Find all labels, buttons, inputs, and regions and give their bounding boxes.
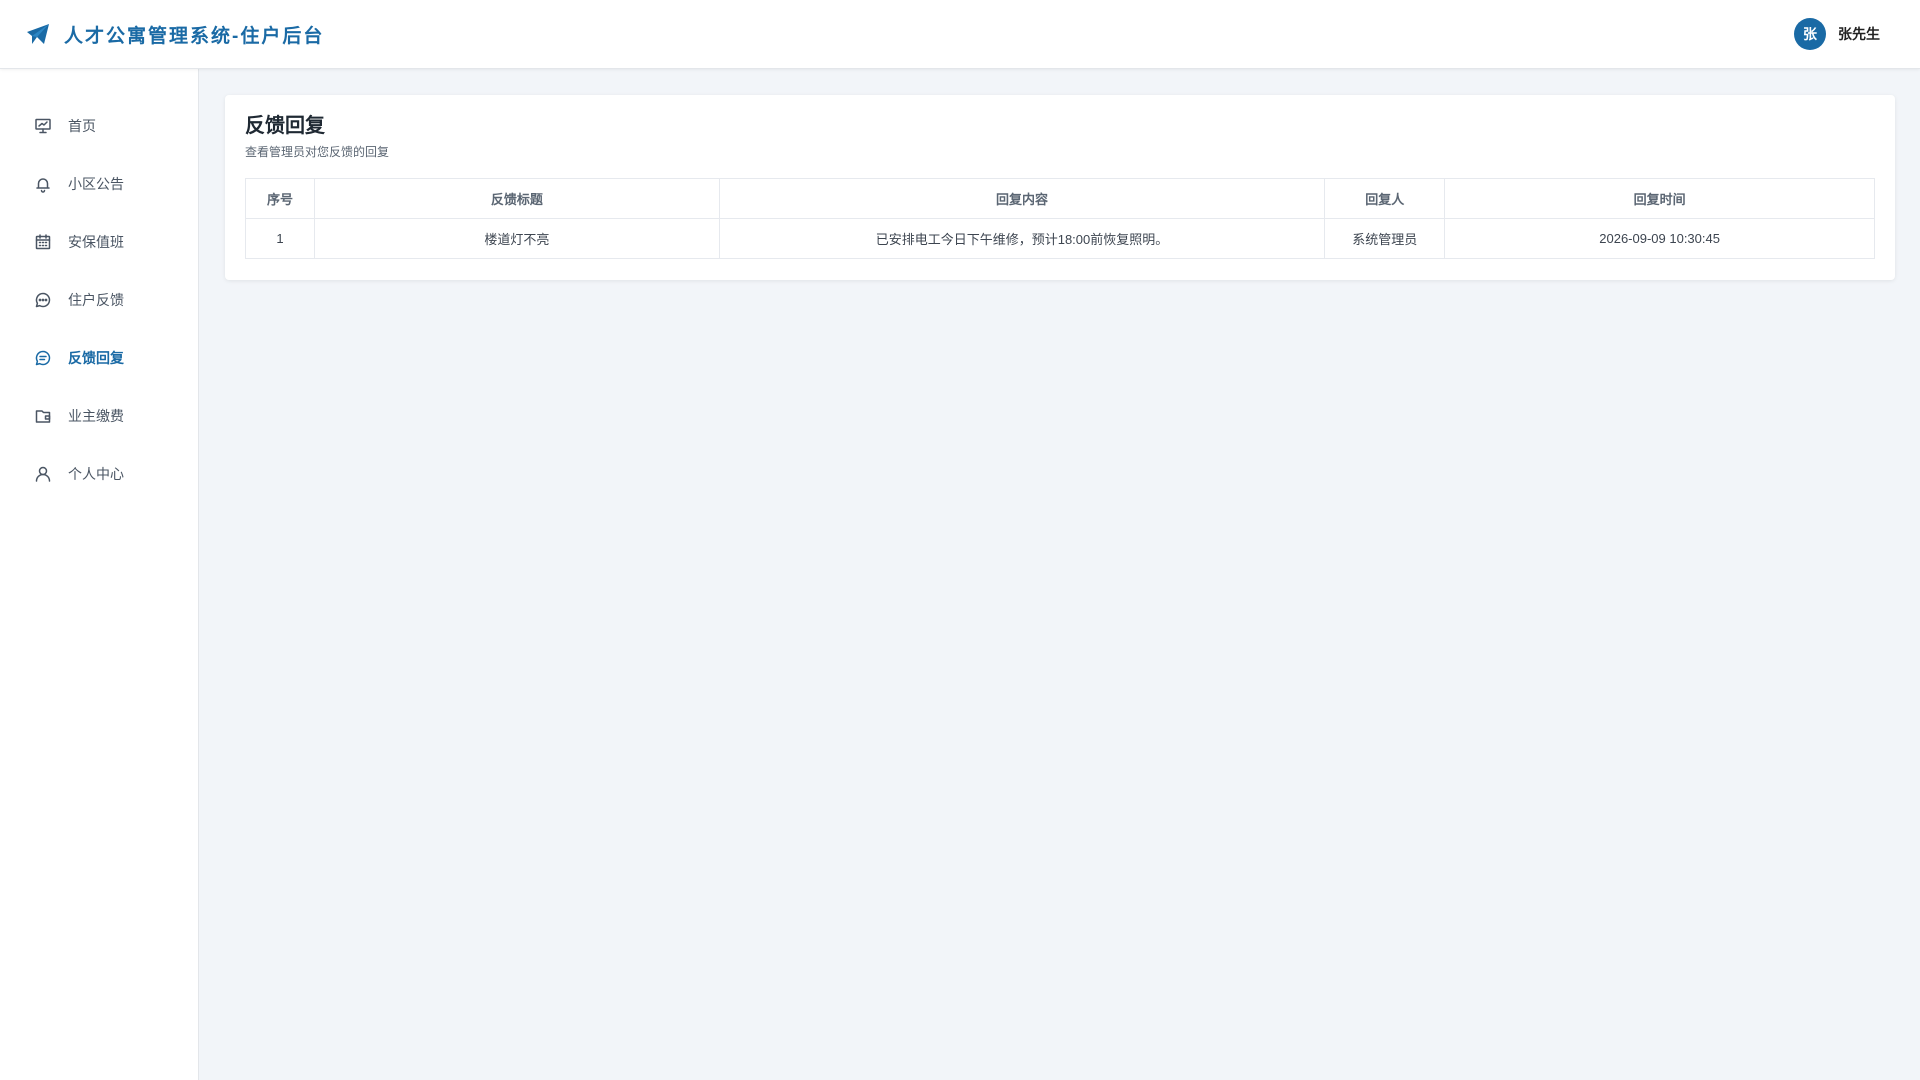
table-row[interactable]: 1 楼道灯不亮 已安排电工今日下午维修，预计18:00前恢复照明。 系统管理员 … (245, 218, 1875, 259)
paper-plane-icon (26, 22, 50, 46)
feedback-reply-card: 反馈回复 查看管理员对您反馈的回复 序号 反馈标题 回复内容 回复人 回复时间 … (225, 95, 1895, 280)
reply-table: 序号 反馈标题 回复内容 回复人 回复时间 1 楼道灯不亮 已安排电工今日下午维… (245, 178, 1875, 259)
sidebar-item-label: 个人中心 (68, 466, 124, 482)
cell-title: 楼道灯不亮 (313, 218, 720, 259)
calendar-icon (34, 233, 52, 251)
sidebar-item-label: 业主缴费 (68, 408, 124, 424)
chat-dots-icon (34, 291, 52, 309)
sidebar-item-security-duty[interactable]: 安保值班 (0, 213, 198, 271)
sidebar-item-label: 小区公告 (68, 176, 124, 192)
column-header-index: 序号 (245, 178, 315, 219)
page-title: 反馈回复 (245, 115, 325, 137)
app-title: 人才公寓管理系统-住户后台 (64, 25, 325, 47)
user-menu[interactable]: 张 张先生 (1794, 18, 1880, 50)
user-name: 张先生 (1838, 26, 1880, 42)
sidebar-item-resident-feedback[interactable]: 住户反馈 (0, 271, 198, 329)
chat-text-icon (34, 349, 52, 367)
cell-index: 1 (245, 218, 315, 259)
cell-replier: 系统管理员 (1324, 218, 1446, 259)
column-header-content: 回复内容 (718, 178, 1326, 219)
sidebar: 首页 小区公告 安保值班 住户反馈 反馈回复 业主缴费 个人中心 (0, 69, 199, 1080)
sidebar-item-owner-payment[interactable]: 业主缴费 (0, 387, 198, 445)
top-header: 人才公寓管理系统-住户后台 张 张先生 (0, 0, 1920, 69)
sidebar-item-label: 安保值班 (68, 234, 124, 250)
sidebar-item-announcements[interactable]: 小区公告 (0, 155, 198, 213)
column-header-time: 回复时间 (1444, 178, 1875, 219)
sidebar-item-feedback-reply[interactable]: 反馈回复 (0, 329, 198, 387)
user-icon (34, 465, 52, 483)
sidebar-item-home[interactable]: 首页 (0, 97, 198, 155)
cell-content: 已安排电工今日下午维修，预计18:00前恢复照明。 (718, 218, 1326, 259)
avatar: 张 (1794, 18, 1826, 50)
sidebar-item-label: 反馈回复 (68, 350, 124, 366)
sidebar-item-profile[interactable]: 个人中心 (0, 445, 198, 503)
column-header-title: 反馈标题 (313, 178, 720, 219)
sidebar-item-label: 首页 (68, 118, 96, 134)
sidebar-item-label: 住户反馈 (68, 292, 124, 308)
wallet-icon (34, 407, 52, 425)
presentation-icon (34, 117, 52, 135)
table-header-row: 序号 反馈标题 回复内容 回复人 回复时间 (245, 178, 1875, 219)
page-subtitle: 查看管理员对您反馈的回复 (245, 145, 390, 159)
brand[interactable]: 人才公寓管理系统-住户后台 (26, 21, 324, 48)
cell-time: 2026-09-09 10:30:45 (1444, 218, 1875, 259)
column-header-replier: 回复人 (1324, 178, 1446, 219)
bell-icon (34, 175, 52, 193)
